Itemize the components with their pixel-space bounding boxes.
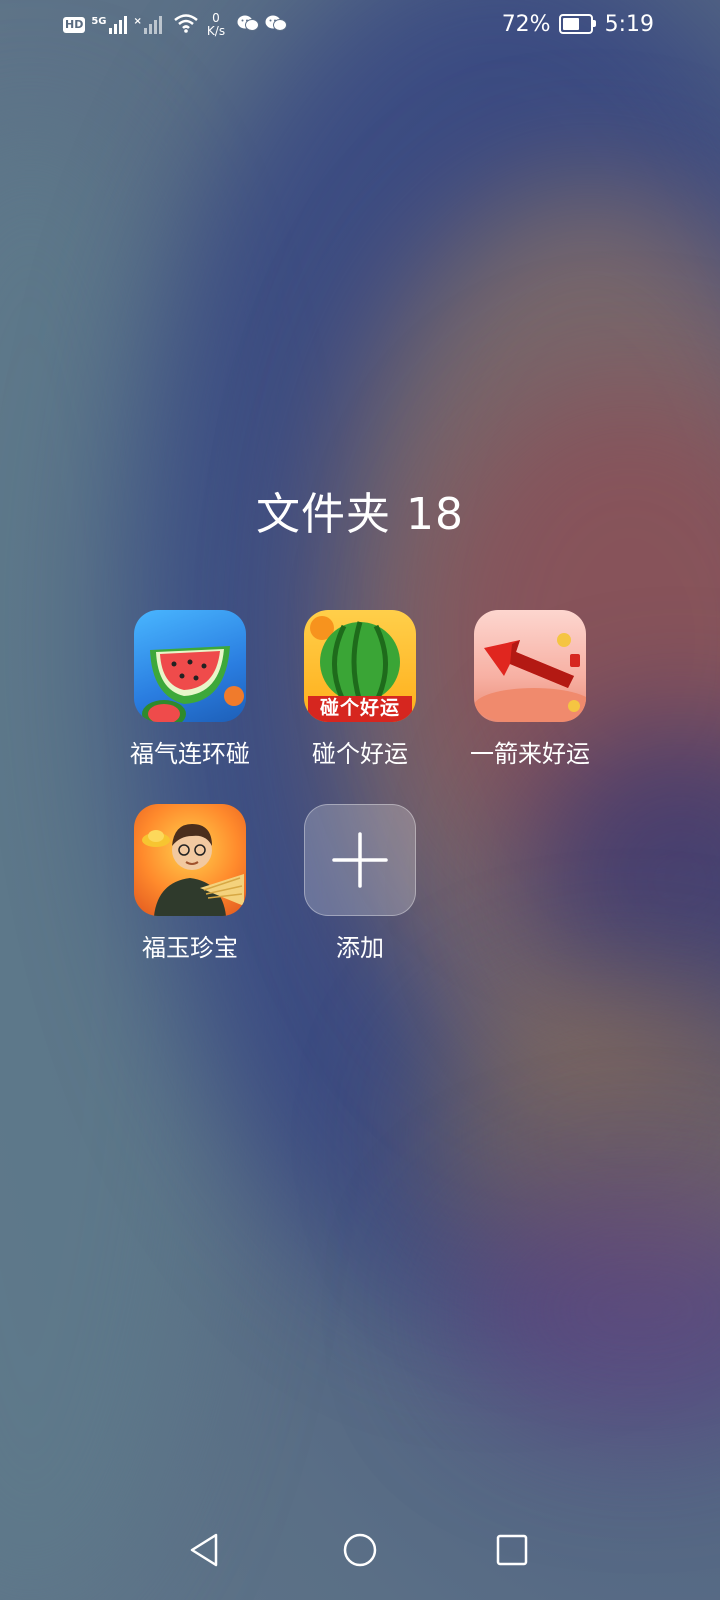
app-fuyu-zhenbao[interactable]: 福玉珍宝 bbox=[105, 804, 275, 963]
wallpaper bbox=[0, 0, 720, 1600]
app-label: 福玉珍宝 bbox=[142, 934, 238, 962]
home-icon bbox=[343, 1533, 377, 1567]
5g-signal-icon: 5G bbox=[91, 16, 127, 34]
home-button[interactable] bbox=[338, 1528, 382, 1572]
battery-icon bbox=[558, 14, 596, 34]
add-app-button[interactable]: 添加 bbox=[275, 804, 445, 963]
status-left-icons: HD 5G × 0 K/s bbox=[63, 11, 288, 38]
network-speed: 0 K/s bbox=[206, 11, 226, 38]
icon-caption: 碰个好运 bbox=[319, 697, 400, 719]
watermelon-icon[interactable]: 碰个好运 bbox=[304, 610, 416, 722]
wifi-icon bbox=[173, 13, 199, 37]
battery-percent: 72% bbox=[501, 11, 551, 37]
wechat-icon bbox=[265, 14, 288, 36]
status-bar: HD 5G × 0 K/s 72% 5:19 bbox=[0, 0, 720, 48]
red-arrow-icon[interactable] bbox=[474, 610, 586, 722]
app-label: 一箭来好运 bbox=[470, 740, 590, 768]
app-label: 福气连环碰 bbox=[130, 740, 250, 768]
hd-icon: HD bbox=[63, 17, 86, 33]
navigation-bar bbox=[0, 1500, 720, 1600]
wechat-icon bbox=[237, 14, 260, 36]
recents-button[interactable] bbox=[490, 1528, 534, 1572]
app-pengge-haoyun[interactable]: 碰个好运 碰个好运 bbox=[275, 610, 445, 769]
plus-icon[interactable] bbox=[304, 804, 416, 916]
folder-title[interactable]: 文件夹 18 bbox=[0, 478, 720, 542]
no-signal-icon: × bbox=[134, 16, 163, 34]
man-with-gold-icon[interactable] bbox=[134, 804, 246, 916]
recents-icon bbox=[496, 1534, 528, 1566]
back-icon bbox=[190, 1533, 218, 1567]
status-right: 72% 5:19 bbox=[502, 10, 654, 38]
app-fuqi-lianhuanpeng[interactable]: 福气连环碰 bbox=[105, 610, 275, 769]
app-label: 碰个好运 bbox=[312, 740, 408, 768]
clock: 5:19 bbox=[604, 11, 654, 37]
add-label: 添加 bbox=[336, 934, 384, 962]
app-yijian-lai-haoyun[interactable]: 一箭来好运 bbox=[445, 610, 615, 769]
back-button[interactable] bbox=[182, 1528, 226, 1572]
watermelon-slice-icon[interactable] bbox=[134, 610, 246, 722]
